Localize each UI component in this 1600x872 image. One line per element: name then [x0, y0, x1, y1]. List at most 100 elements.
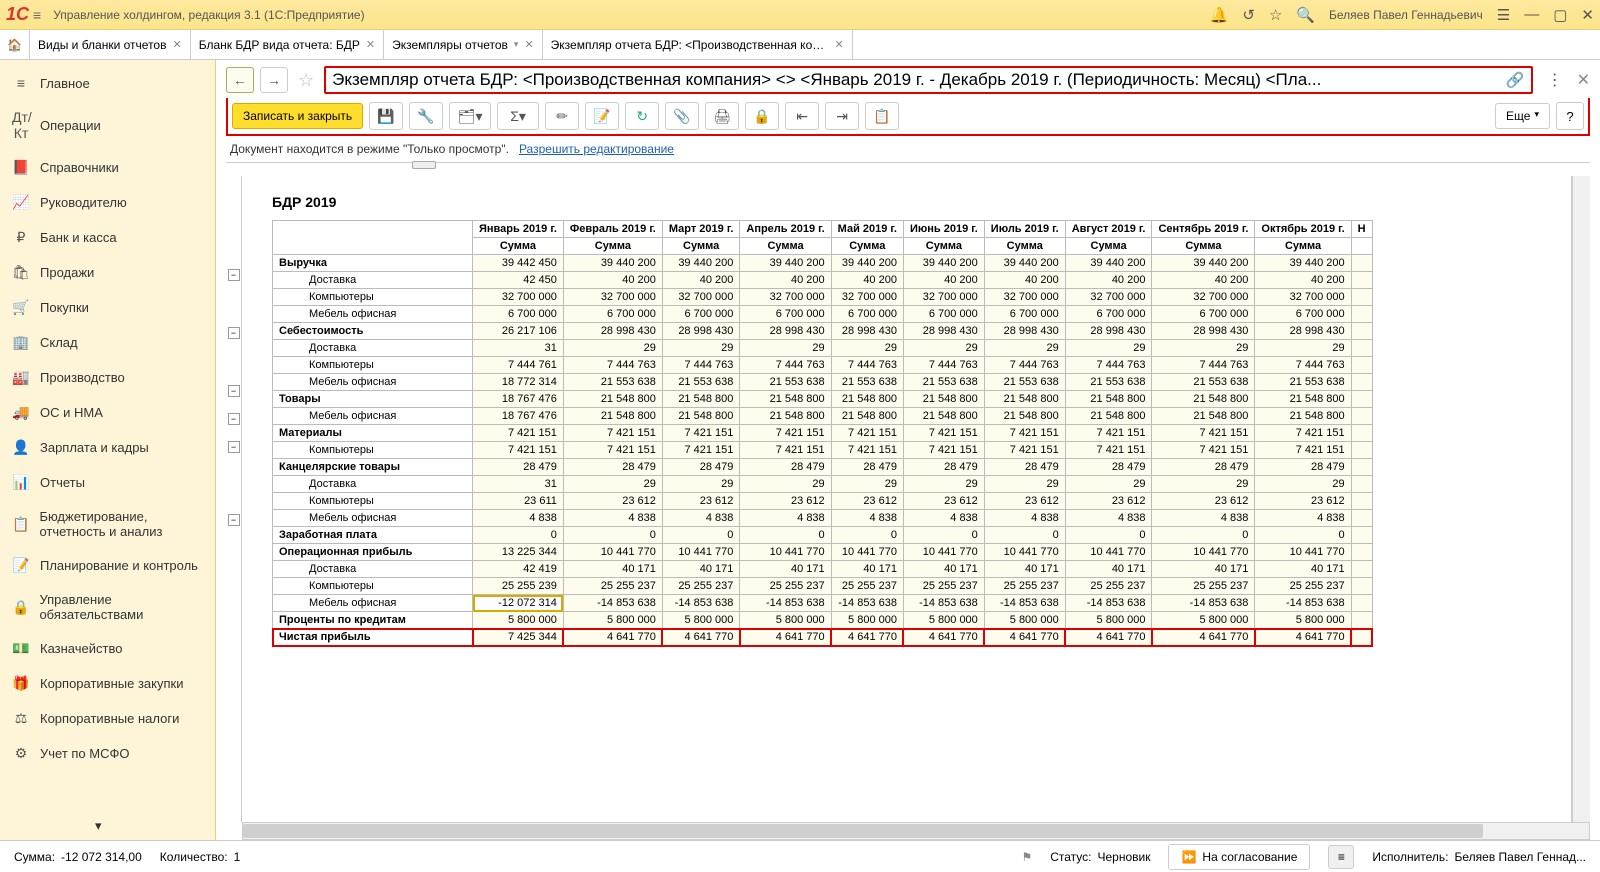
- cell[interactable]: 0: [1152, 527, 1255, 544]
- cell[interactable]: 21 548 800: [831, 391, 903, 408]
- cell[interactable]: 4 641 770: [831, 629, 903, 646]
- cell[interactable]: 4 641 770: [662, 629, 740, 646]
- app-menu-icon[interactable]: ≡: [33, 7, 41, 23]
- leftnav-item-5[interactable]: 🛍Продажи: [0, 255, 215, 290]
- cell[interactable]: [1351, 408, 1372, 425]
- cell[interactable]: [1351, 459, 1372, 476]
- cell[interactable]: 7 421 151: [662, 442, 740, 459]
- cell[interactable]: 28 479: [1255, 459, 1351, 476]
- cell[interactable]: 6 700 000: [662, 306, 740, 323]
- cell[interactable]: 0: [1255, 527, 1351, 544]
- leftnav-collapse-icon[interactable]: ▾: [95, 818, 102, 834]
- cell[interactable]: 7 421 151: [903, 442, 984, 459]
- cell[interactable]: 4 838: [473, 510, 564, 527]
- cell[interactable]: 6 700 000: [740, 306, 831, 323]
- cell[interactable]: 0: [831, 527, 903, 544]
- leftnav-item-4[interactable]: ₽Банк и касса: [0, 220, 215, 255]
- list-icon[interactable]: ≡: [1328, 845, 1354, 869]
- history-icon[interactable]: ↺: [1242, 6, 1255, 24]
- cell[interactable]: 40 200: [563, 272, 662, 289]
- cell[interactable]: -14 853 638: [740, 595, 831, 612]
- cell[interactable]: 28 479: [1152, 459, 1255, 476]
- tab-3[interactable]: Экземпляр отчета БДР: <Производственная …: [543, 30, 853, 59]
- cell[interactable]: [1351, 306, 1372, 323]
- leftnav-item-11[interactable]: 📊Отчеты: [0, 465, 215, 500]
- cell[interactable]: 28 998 430: [563, 323, 662, 340]
- refresh-icon[interactable]: ↻: [625, 102, 659, 130]
- pencil-icon[interactable]: ✏: [545, 102, 579, 130]
- cell[interactable]: 21 548 800: [984, 391, 1065, 408]
- cell[interactable]: 40 171: [740, 561, 831, 578]
- cell[interactable]: 5 800 000: [831, 612, 903, 629]
- collapse-icon[interactable]: −: [228, 385, 240, 397]
- save-icon[interactable]: 💾: [369, 102, 403, 130]
- cell[interactable]: [1351, 391, 1372, 408]
- collapse-icon[interactable]: −: [228, 269, 240, 281]
- cell[interactable]: 29: [984, 476, 1065, 493]
- cell[interactable]: [1351, 425, 1372, 442]
- cell[interactable]: 5 800 000: [903, 612, 984, 629]
- cell[interactable]: 21 553 638: [984, 374, 1065, 391]
- cell[interactable]: 25 255 237: [831, 578, 903, 595]
- cell[interactable]: 10 441 770: [563, 544, 662, 561]
- cell[interactable]: 29: [903, 476, 984, 493]
- cell[interactable]: 29: [831, 476, 903, 493]
- cell[interactable]: 7 444 763: [1065, 357, 1152, 374]
- cell[interactable]: 25 255 237: [903, 578, 984, 595]
- cell[interactable]: -14 853 638: [1065, 595, 1152, 612]
- tab-close-icon[interactable]: ✕: [834, 38, 843, 51]
- collapse-icon[interactable]: −: [228, 413, 240, 425]
- leftnav-item-18[interactable]: ⚙Учет по МСФО: [0, 736, 215, 771]
- cell[interactable]: 7 421 151: [1152, 425, 1255, 442]
- leftnav-item-13[interactable]: 📝Планирование и контроль: [0, 548, 215, 583]
- cell[interactable]: 13 225 344: [473, 544, 564, 561]
- cell[interactable]: 7 421 151: [903, 425, 984, 442]
- cell[interactable]: 40 171: [1255, 561, 1351, 578]
- cell[interactable]: 10 441 770: [662, 544, 740, 561]
- indent-left-icon[interactable]: ⇤: [785, 102, 819, 130]
- cell[interactable]: 7 444 763: [984, 357, 1065, 374]
- cell[interactable]: 21 548 800: [740, 408, 831, 425]
- cell[interactable]: 0: [563, 527, 662, 544]
- cell[interactable]: 21 553 638: [1152, 374, 1255, 391]
- back-button[interactable]: ←: [226, 67, 254, 93]
- cell[interactable]: 4 641 770: [903, 629, 984, 646]
- cell[interactable]: 40 200: [831, 272, 903, 289]
- allow-edit-link[interactable]: Разрешить редактирование: [519, 142, 674, 156]
- cell[interactable]: 32 700 000: [831, 289, 903, 306]
- print-icon[interactable]: 🖨: [705, 102, 739, 130]
- cell[interactable]: 4 838: [903, 510, 984, 527]
- cell[interactable]: 7 421 151: [984, 425, 1065, 442]
- cell[interactable]: [1351, 357, 1372, 374]
- cell[interactable]: 10 441 770: [740, 544, 831, 561]
- cell[interactable]: 21 548 800: [1255, 391, 1351, 408]
- cell[interactable]: 40 200: [740, 272, 831, 289]
- leftnav-item-3[interactable]: 📈Руководителю: [0, 185, 215, 220]
- leftnav-item-17[interactable]: ⚖Корпоративные налоги: [0, 701, 215, 736]
- cell[interactable]: [1351, 629, 1372, 646]
- cell[interactable]: 31: [473, 340, 564, 357]
- cell[interactable]: 28 479: [831, 459, 903, 476]
- cell[interactable]: 25 255 237: [1255, 578, 1351, 595]
- cell[interactable]: 32 700 000: [740, 289, 831, 306]
- cell[interactable]: 4 838: [740, 510, 831, 527]
- cell[interactable]: 7 421 151: [662, 425, 740, 442]
- collapse-icon[interactable]: −: [228, 441, 240, 453]
- cell[interactable]: 32 700 000: [1152, 289, 1255, 306]
- tab-dropdown-icon[interactable]: ▾: [514, 39, 519, 50]
- cell[interactable]: 26 217 106: [473, 323, 564, 340]
- cell[interactable]: 28 998 430: [662, 323, 740, 340]
- cell[interactable]: 28 998 430: [740, 323, 831, 340]
- cell[interactable]: 21 548 800: [1152, 408, 1255, 425]
- cell[interactable]: 0: [903, 527, 984, 544]
- cell[interactable]: 4 641 770: [740, 629, 831, 646]
- cell[interactable]: 39 440 200: [662, 255, 740, 272]
- leftnav-item-6[interactable]: 🛒Покупки: [0, 290, 215, 325]
- cell[interactable]: 21 548 800: [563, 391, 662, 408]
- cell[interactable]: 39 440 200: [1255, 255, 1351, 272]
- leftnav-item-15[interactable]: 💵Казначейство: [0, 631, 215, 666]
- cell[interactable]: 32 700 000: [903, 289, 984, 306]
- cell[interactable]: 40 171: [1152, 561, 1255, 578]
- attach-icon[interactable]: 📎: [665, 102, 699, 130]
- cell[interactable]: 39 440 200: [1152, 255, 1255, 272]
